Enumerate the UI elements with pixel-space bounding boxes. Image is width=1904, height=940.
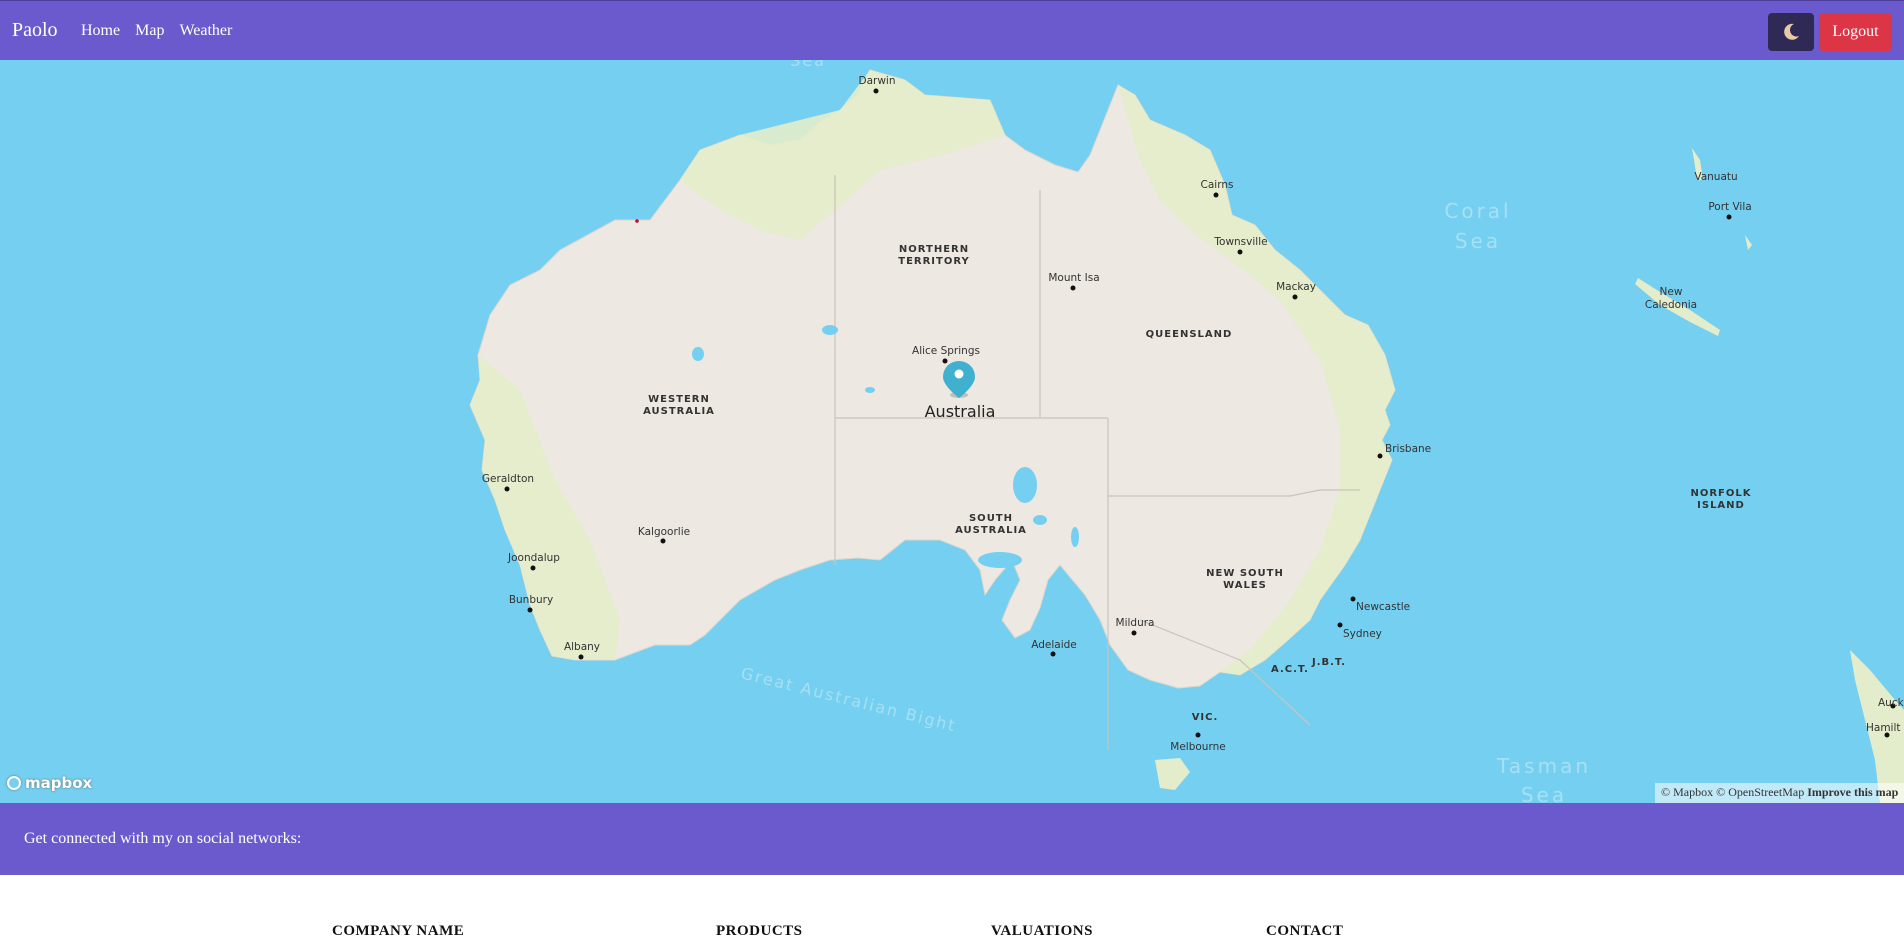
city-label-mackay: Mackay: [1276, 281, 1316, 293]
sea-label-bight: Great Australian Bight: [739, 663, 959, 735]
nav-link-home[interactable]: Home: [81, 22, 120, 40]
city-label-alice-springs: Alice Springs: [912, 345, 980, 357]
map-attribution: © Mapbox © OpenStreetMap Improve this ma…: [1655, 783, 1904, 803]
city-label-bunbury: Bunbury: [509, 594, 553, 606]
region-label-wa-2: AUSTRALIA: [643, 406, 715, 417]
city-label-port-vila: Port Vila: [1708, 201, 1751, 213]
region-label-sa: SOUTH: [969, 513, 1013, 524]
city-label-kalgoorlie: Kalgoorlie: [638, 526, 690, 538]
region-label-nsw-2: WALES: [1223, 580, 1267, 591]
region-label-jbt: J.B.T.: [1311, 657, 1346, 668]
mapbox-logo[interactable]: mapbox: [7, 774, 92, 792]
city-label-brisbane: Brisbane: [1385, 443, 1431, 455]
sea-label-top: Sea: [790, 60, 826, 70]
city-label-mildura: Mildura: [1116, 617, 1155, 629]
city-label-albany: Albany: [564, 641, 600, 653]
tasmania: [1155, 758, 1190, 790]
city-label-new-caledonia-2: Caledonia: [1645, 299, 1697, 311]
region-label-nt: NORTHERN: [899, 244, 969, 255]
city-label-vanuatu: Vanuatu: [1694, 171, 1737, 183]
sea-label-coral: Coral: [1444, 199, 1511, 223]
city-label-adelaide: Adelaide: [1031, 639, 1077, 651]
social-text: Get connected with my on social networks…: [24, 830, 302, 847]
region-label-norfolk: NORFOLK: [1690, 488, 1751, 499]
improve-map-link[interactable]: Improve this map: [1807, 785, 1898, 799]
region-label-vic: VIC.: [1192, 712, 1219, 723]
region-label-nt-2: TERRITORY: [898, 256, 970, 267]
brand-logo[interactable]: Paolo: [12, 19, 58, 42]
mapbox-logo-text: mapbox: [25, 774, 93, 792]
mapbox-ring-icon: [7, 776, 21, 790]
footer: COMPANY NAME PRODUCTS VALUATIONS CONTACT: [0, 875, 1904, 939]
nav-link-map[interactable]: Map: [135, 22, 164, 40]
region-label-wa: WESTERN: [648, 394, 710, 405]
region-label-sa-2: AUSTRALIA: [955, 525, 1027, 536]
footer-heading-products: PRODUCTS: [716, 923, 803, 939]
footer-heading-valuations: VALUATIONS: [991, 923, 1093, 939]
region-label-qld: QUEENSLAND: [1146, 329, 1233, 340]
sea-label-tasman-2: Sea: [1521, 783, 1567, 803]
vanuatu-islands: [1692, 148, 1752, 250]
city-label-mount-isa: Mount Isa: [1048, 272, 1099, 284]
city-label-geraldton: Geraldton: [482, 473, 534, 485]
footer-heading-company: COMPANY NAME: [332, 923, 465, 939]
attribution-copyright[interactable]: © Mapbox © OpenStreetMap: [1661, 785, 1804, 799]
nav-link-weather[interactable]: Weather: [179, 22, 232, 40]
city-label-sydney: Sydney: [1343, 628, 1382, 640]
logout-button[interactable]: Logout: [1819, 13, 1892, 51]
city-label-newcastle: Newcastle: [1356, 601, 1410, 613]
moon-icon: [1784, 23, 1799, 40]
footer-heading-contact: CONTACT: [1266, 923, 1344, 939]
navbar: Paolo Home Map Weather Logout: [0, 0, 1904, 60]
city-label-new-caledonia: New: [1660, 286, 1683, 298]
city-label-cairns: Cairns: [1201, 179, 1234, 191]
city-label-auckland: Auckl: [1878, 697, 1904, 709]
map-view[interactable]: Coral Sea Great Australian Bight Tasman …: [0, 60, 1904, 803]
region-label-act: A.C.T.: [1271, 664, 1309, 675]
marker-label-australia: Australia: [925, 402, 996, 421]
region-label-norfolk-2: ISLAND: [1697, 500, 1745, 511]
city-label-hamilton: Hamilt: [1866, 722, 1901, 734]
theme-toggle-button[interactable]: [1768, 13, 1814, 51]
sea-label-tasman: Tasman: [1496, 754, 1591, 778]
city-label-melbourne: Melbourne: [1170, 741, 1225, 753]
nav-links: Home Map Weather: [81, 22, 232, 40]
region-label-nsw: NEW SOUTH: [1206, 568, 1284, 579]
red-point-marker: [635, 219, 639, 223]
city-label-joondalup: Joondalup: [507, 552, 560, 564]
social-bar: Get connected with my on social networks…: [0, 803, 1904, 875]
city-label-townsville: Townsville: [1213, 236, 1267, 248]
map-canvas[interactable]: Coral Sea Great Australian Bight Tasman …: [0, 60, 1904, 803]
city-label-darwin: Darwin: [859, 75, 896, 87]
sea-label-coral-2: Sea: [1455, 229, 1501, 253]
